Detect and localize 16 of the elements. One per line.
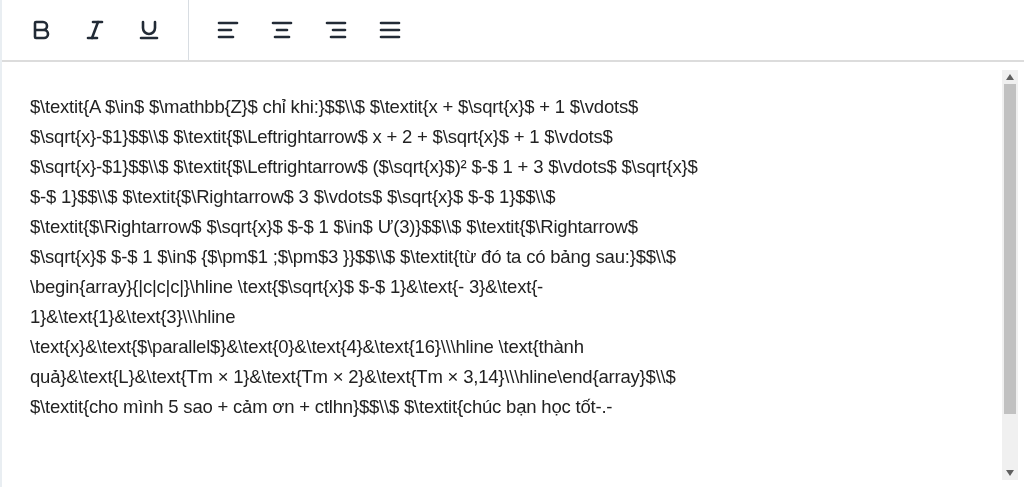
- editor-text-line: $\textit{cho mình 5 sao + cảm ơn + ctlhn}$$\\$ $\textit{chúc bạn học tốt-.-: [30, 395, 613, 419]
- editor-text-line: $\textit{A $\in$ $\mathbb{Z}$ chỉ khi:}$$\\$ $\textit{x + $\sqrt{x}$ + 1 $\vdots$: [30, 95, 639, 119]
- editor-text-line: \text{x}&\text{$\parallel$}&\text{0}&\text{4}&\text{16}\\\hline \text{thành: [30, 335, 584, 359]
- scroll-down-icon[interactable]: [1006, 470, 1014, 476]
- editor-text-line: 1}&\text{1}&\text{3}\\\hline: [30, 305, 236, 329]
- editor-text-line: $\sqrt{x}$ $-$ 1 $\in$ {$\pm$1 ;$\pm$3 }}$$\\$ $\textit{từ đó ta có bảng sau:}$$\\$: [30, 245, 676, 269]
- scroll-up-icon[interactable]: [1006, 74, 1014, 80]
- editor-text-line: quả}&\text{L}&\text{Tm × 1}&\text{Tm × 2}&\text{Tm × 3,14}\\\hline\end{array}$\\$: [30, 365, 676, 389]
- editor-text-line: $\sqrt{x}-$1}$$\\$ $\textit{$\Leftrightarrow$ x + 2 + $\sqrt{x}$ + 1 $\vdots$: [30, 125, 613, 149]
- editor-text-line: $\sqrt{x}-$1}$$\\$ $\textit{$\Leftrightarrow$ ($\sqrt{x}$)² $-$ 1 + 3 $\vdots$ $\sqrt{x}$: [30, 155, 698, 179]
- editor-text-line: $\textit{$\Rightarrow$ $\sqrt{x}$ $-$ 1 $\in$ Ư(3)}$$\\$ $\textit{$\Rightarrow$: [30, 215, 638, 239]
- scrollbar-thumb[interactable]: [1004, 84, 1016, 414]
- underline-icon: [137, 18, 161, 42]
- scrollbar[interactable]: [1002, 70, 1018, 480]
- editor-text-line: $-$ 1}$$\\$ $\textit{$\Rightarrow$ 3 $\vdots$ $\sqrt{x}$ $-$ 1}$$\\$: [30, 185, 556, 209]
- editor-text-line: \begin{array}{|c|c|c|}\hline \text{$\sqrt{x}$ $-$ 1}&\text{- 3}&\text{-: [30, 275, 544, 299]
